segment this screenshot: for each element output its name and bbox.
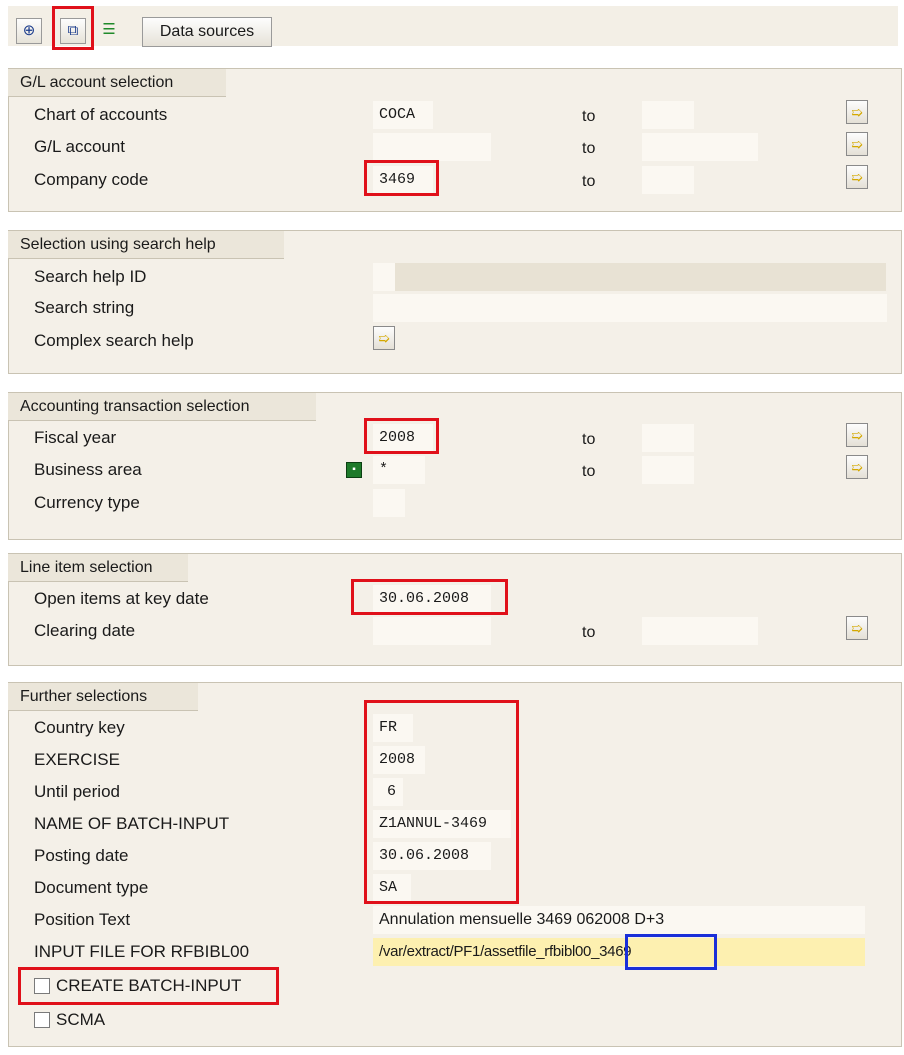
multiple-selection-arrow-icon[interactable]: ➯ (846, 165, 868, 189)
clearing-date-from-field[interactable] (373, 617, 491, 645)
dynamic-selection-button[interactable]: ☰ (98, 18, 120, 44)
position-text-field[interactable]: Annulation mensuelle 3469 062008 D+3 (373, 906, 865, 934)
clearing-date-label: Clearing date (34, 621, 136, 640)
company-code-label: Company code (34, 170, 149, 189)
to-label: to (582, 108, 596, 125)
search-help-title: Selection using search help (8, 230, 284, 259)
business-area-from-field[interactable]: * (373, 456, 425, 484)
to-label: to (582, 431, 596, 448)
chart-of-accounts-to-field[interactable] (642, 101, 694, 129)
gl-account-selection-title: G/L account selection (8, 68, 226, 97)
multiple-selection-arrow-icon[interactable]: ➯ (846, 616, 868, 640)
to-label: to (582, 463, 596, 480)
search-help-id-field[interactable] (373, 263, 395, 291)
highlight-copy-button (52, 6, 94, 50)
fiscal-year-label: Fiscal year (34, 428, 117, 447)
chart-of-accounts-from-field[interactable]: COCA (373, 101, 433, 129)
business-area-to-field[interactable] (642, 456, 694, 484)
scma-checkbox[interactable] (34, 1012, 50, 1028)
multiple-selection-arrow-icon[interactable]: ➯ (846, 132, 868, 156)
multiple-selection-arrow-icon[interactable]: ➯ (846, 423, 868, 447)
position-text-label: Position Text (34, 910, 131, 929)
highlight-create-batch-input (18, 967, 279, 1005)
input-file-field[interactable]: /var/extract/PF1/assetfile_rfbibl00_3469 (373, 938, 865, 966)
dynamic-selection-icon: ☰ (102, 21, 116, 38)
multiple-selection-arrow-icon[interactable]: ➯ (846, 455, 868, 479)
country-key-label: Country key (34, 718, 125, 737)
highlight-further-selections (364, 700, 519, 904)
document-type-label: Document type (34, 878, 149, 897)
company-code-to-field[interactable] (642, 166, 694, 194)
input-file-label: INPUT FILE FOR RFBIBL00 (34, 942, 250, 961)
highlight-file-suffix (625, 934, 717, 970)
further-selections-title: Further selections (8, 682, 198, 711)
gl-account-label: G/L account (34, 137, 126, 156)
line-item-title: Line item selection (8, 553, 188, 582)
execute-button[interactable]: ⊕ (16, 18, 42, 44)
highlight-company-code (364, 160, 439, 196)
until-period-label: Until period (34, 782, 120, 801)
to-label: to (582, 140, 596, 157)
search-string-label: Search string (34, 298, 135, 317)
currency-type-label: Currency type (34, 493, 140, 512)
posting-date-label: Posting date (34, 846, 129, 865)
multiple-selection-active-icon[interactable]: ▪ (346, 462, 362, 478)
data-sources-button[interactable]: Data sources (142, 17, 272, 47)
accounting-transaction-title: Accounting transaction selection (8, 392, 316, 421)
business-area-label: Business area (34, 460, 142, 479)
highlight-key-date (351, 579, 508, 615)
search-help-id-description (395, 263, 886, 291)
search-string-field[interactable] (373, 294, 887, 322)
currency-type-field[interactable] (373, 489, 405, 517)
fiscal-year-to-field[interactable] (642, 424, 694, 452)
to-label: to (582, 624, 596, 641)
chart-of-accounts-label: Chart of accounts (34, 105, 168, 124)
complex-search-help-label: Complex search help (34, 331, 194, 350)
clearing-date-to-field[interactable] (642, 617, 758, 645)
complex-search-help-arrow-icon[interactable]: ➯ (373, 326, 395, 350)
gl-account-from-field[interactable] (373, 133, 491, 161)
application-toolbar: ⊕ ⧉ ☰ Data sources (8, 6, 898, 47)
highlight-fiscal-year (364, 418, 439, 454)
batch-input-name-label: NAME OF BATCH-INPUT (34, 814, 230, 833)
execute-icon: ⊕ (22, 22, 36, 39)
gl-account-to-field[interactable] (642, 133, 758, 161)
open-items-key-date-label: Open items at key date (34, 589, 209, 608)
multiple-selection-arrow-icon[interactable]: ➯ (846, 100, 868, 124)
search-help-id-label: Search help ID (34, 267, 147, 286)
to-label: to (582, 173, 596, 190)
exercise-label: EXERCISE (34, 750, 120, 769)
scma-label: SCMA (56, 1010, 106, 1029)
